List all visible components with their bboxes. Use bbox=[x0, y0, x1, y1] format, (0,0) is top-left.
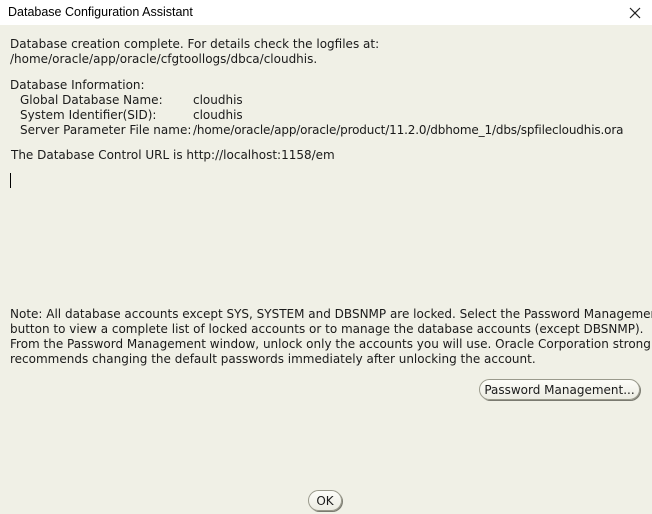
creation-complete-text: Database creation complete. For details … bbox=[10, 37, 380, 51]
sid-label: System Identifier(SID): bbox=[20, 108, 157, 122]
global-db-name-label: Global Database Name: bbox=[20, 93, 163, 107]
window-title: Database Configuration Assistant bbox=[8, 5, 193, 19]
note-line-3: From the Password Management window, unl… bbox=[10, 337, 652, 351]
dialog-content: Database creation complete. For details … bbox=[0, 25, 652, 514]
control-url-text: The Database Control URL is http://local… bbox=[11, 148, 335, 162]
text-caret bbox=[10, 173, 11, 188]
ok-button[interactable]: OK bbox=[308, 490, 342, 511]
spfile-label: Server Parameter File name: bbox=[20, 123, 192, 137]
note-line-4: recommends changing the default password… bbox=[10, 352, 536, 366]
note-line-2: button to view a complete list of locked… bbox=[10, 322, 644, 336]
close-icon bbox=[629, 7, 641, 18]
password-management-button[interactable]: Password Management... bbox=[479, 379, 640, 400]
title-bar: Database Configuration Assistant bbox=[0, 0, 652, 25]
sid-value: cloudhis bbox=[193, 108, 243, 122]
note-line-1: Note: All database accounts except SYS, … bbox=[10, 307, 652, 321]
global-db-name-value: cloudhis bbox=[193, 93, 243, 107]
logfile-path-text: /home/oracle/app/oracle/cfgtoollogs/dbca… bbox=[10, 52, 318, 66]
close-button[interactable] bbox=[618, 0, 652, 25]
database-info-heading: Database Information: bbox=[10, 78, 145, 92]
spfile-value: /home/oracle/app/oracle/product/11.2.0/d… bbox=[193, 123, 624, 137]
